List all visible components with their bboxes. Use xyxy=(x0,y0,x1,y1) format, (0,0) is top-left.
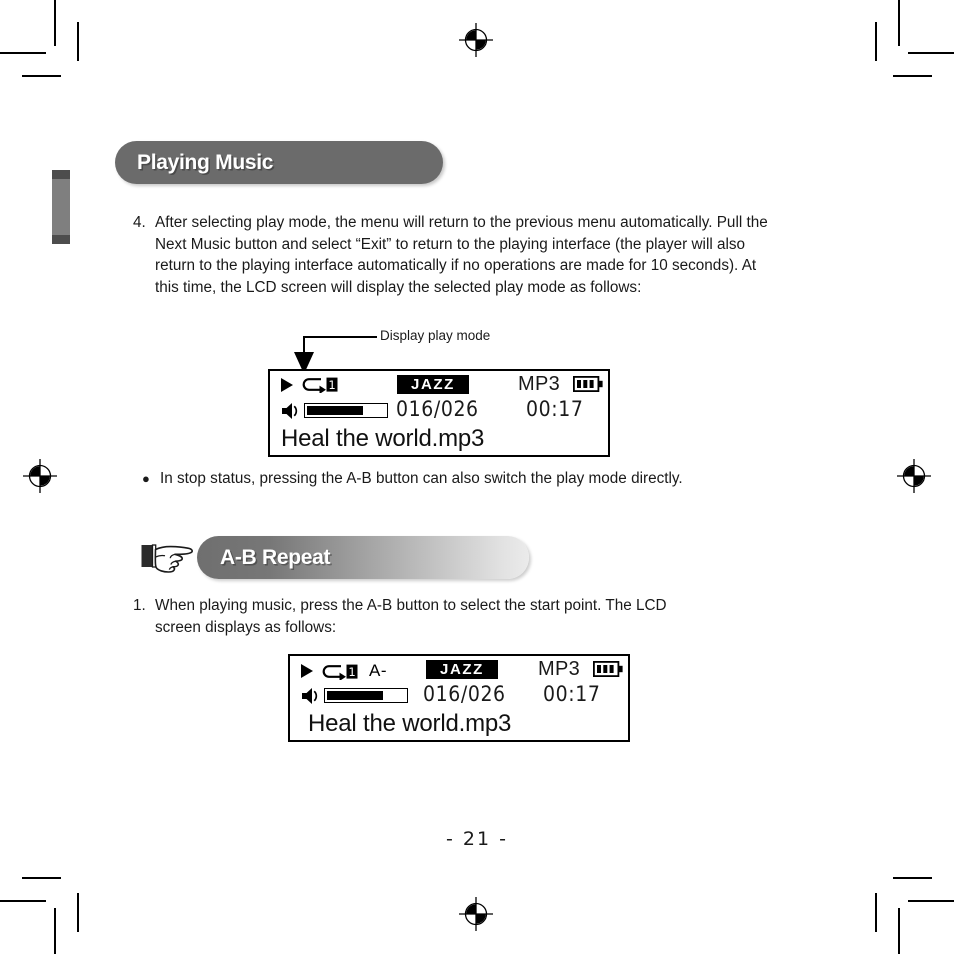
lcd-screen-play-mode: 1 JAZZ MP3 016/026 00:17 Heal the world.… xyxy=(268,369,610,457)
bullet-stop-status: ● In stop status, pressing the A-B butto… xyxy=(142,468,802,489)
battery-full-icon xyxy=(593,661,623,677)
step-1-text: When playing music, press the A-B button… xyxy=(155,597,667,636)
play-triangle-icon xyxy=(281,377,293,392)
lcd1-info-row: 016/026 00:17 xyxy=(270,397,608,425)
registration-target-top-icon xyxy=(459,23,493,57)
crop-mark-tl-h xyxy=(0,52,46,54)
crop-mark-tl-v xyxy=(54,0,56,46)
lcd1-title-row: Heal the world.mp3 xyxy=(270,425,608,459)
section-title-ab-repeat: A-B Repeat xyxy=(220,545,331,569)
crop-mark-bl-h2 xyxy=(22,877,61,879)
section-banner-ab-repeat: A-B Repeat xyxy=(197,536,529,579)
repeat-one-icon: 1 xyxy=(322,664,358,680)
volume-bar-fill xyxy=(327,691,383,700)
bullet-dot: ● xyxy=(142,471,150,486)
speaker-icon xyxy=(302,688,318,704)
step-4-text: After selecting play mode, the menu will… xyxy=(155,214,768,297)
crop-mark-tr-v xyxy=(898,0,900,46)
crop-mark-br-v xyxy=(898,908,900,954)
lcd1-elapsed-time: 00:17 xyxy=(526,397,584,421)
lcd2-elapsed-time: 00:17 xyxy=(543,682,601,706)
lcd1-status-row: 1 JAZZ MP3 xyxy=(270,371,608,398)
step-4-paragraph: 4. After selecting play mode, the menu w… xyxy=(133,212,781,299)
callout-horizontal-line xyxy=(305,336,377,338)
crop-mark-br-v2 xyxy=(875,893,877,932)
lcd1-song-title: Heal the world.mp3 xyxy=(281,425,485,452)
step-1-number: 1. xyxy=(133,597,146,614)
volume-bar xyxy=(304,403,388,418)
callout-label-display-play-mode: Display play mode xyxy=(380,328,491,343)
repeat-badge-number: 1 xyxy=(328,378,335,392)
crop-mark-br-h xyxy=(908,900,954,902)
crop-mark-tl-h2 xyxy=(22,75,61,77)
lcd2-track-counter: 016/026 xyxy=(423,682,506,706)
step-1-paragraph: 1. When playing music, press the A-B but… xyxy=(133,595,713,638)
lcd2-status-row: 1 A- JAZZ MP3 xyxy=(290,656,628,683)
lcd-screen-ab-repeat: 1 A- JAZZ MP3 016/026 00:17 Heal the wor… xyxy=(288,654,630,742)
lcd2-format-label: MP3 xyxy=(538,658,581,680)
crop-mark-tr-h2 xyxy=(893,75,932,77)
lcd2-title-row: Heal the world.mp3 xyxy=(290,710,628,744)
registration-target-left-icon xyxy=(23,459,57,493)
lcd2-ab-marker: A- xyxy=(369,661,387,680)
section-banner-playing-music: Playing Music xyxy=(115,141,443,184)
crop-mark-bl-h xyxy=(0,900,46,902)
crop-mark-tr-h xyxy=(908,52,954,54)
speaker-icon xyxy=(282,403,298,419)
page-number: - 21 - xyxy=(446,828,508,850)
page-edge-tab xyxy=(52,170,70,244)
lcd2-genre-badge: JAZZ xyxy=(426,660,498,679)
registration-target-bottom-icon xyxy=(459,897,493,931)
crop-mark-bl-v2 xyxy=(77,893,79,932)
lcd2-info-row: 016/026 00:17 xyxy=(290,682,628,710)
repeat-one-icon: 1 xyxy=(302,377,338,393)
pointing-hand-icon xyxy=(141,544,194,573)
lcd1-genre-badge: JAZZ xyxy=(397,375,469,394)
volume-bar-fill xyxy=(307,406,363,415)
volume-bar xyxy=(324,688,408,703)
step-4-number: 4. xyxy=(133,214,146,231)
lcd2-song-title: Heal the world.mp3 xyxy=(308,710,512,737)
lcd1-format-label: MP3 xyxy=(518,373,561,395)
bullet-stop-status-text: In stop status, pressing the A-B button … xyxy=(160,470,683,487)
play-triangle-icon xyxy=(301,664,313,678)
lcd1-left-icons: 1 xyxy=(281,376,339,393)
crop-mark-bl-v xyxy=(54,908,56,954)
battery-full-icon xyxy=(573,376,603,392)
crop-mark-tr-v2 xyxy=(875,22,877,61)
registration-target-right-icon xyxy=(897,459,931,493)
lcd2-left-icons: 1 A- xyxy=(301,661,387,681)
repeat-badge-number: 1 xyxy=(348,665,355,679)
crop-mark-tl-v2 xyxy=(77,22,79,61)
crop-mark-br-h2 xyxy=(893,877,932,879)
section-title-playing-music: Playing Music xyxy=(137,150,274,174)
lcd1-track-counter: 016/026 xyxy=(396,397,479,421)
